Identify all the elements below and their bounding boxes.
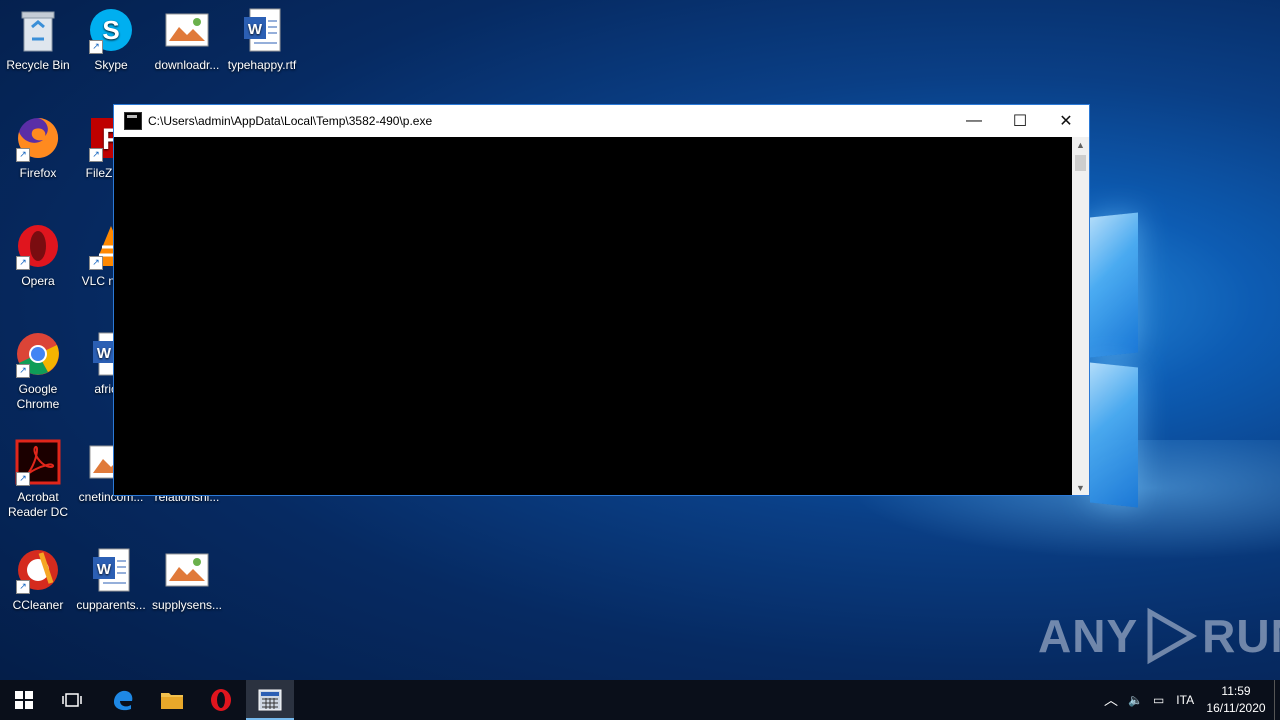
- chrome-icon: ↗: [14, 330, 62, 378]
- minimize-button[interactable]: —: [951, 105, 997, 137]
- clock-date: 16/11/2020: [1206, 701, 1266, 715]
- taskbar-console-app[interactable]: [246, 680, 294, 720]
- desktop-icon-cupparents[interactable]: W cupparents...: [73, 546, 149, 613]
- system-tray: ︿ 🔈 ▭ ITA: [1104, 680, 1194, 720]
- taskbar-opera[interactable]: [197, 680, 245, 720]
- desktop-icon-chrome[interactable]: ↗ Google Chrome: [0, 330, 76, 412]
- scrollbar-thumb[interactable]: [1075, 155, 1086, 171]
- opera-icon: [211, 689, 231, 711]
- edge-icon: [114, 690, 133, 711]
- windows-start-icon: [15, 691, 33, 709]
- recycle-bin-icon: [14, 6, 62, 54]
- show-desktop-button[interactable]: [1274, 680, 1280, 720]
- desktop-icon-downloadr[interactable]: downloadr...: [149, 6, 225, 73]
- firefox-icon: ↗: [14, 114, 62, 162]
- svg-text:W: W: [97, 561, 112, 578]
- folder-icon: [161, 693, 183, 709]
- task-view-icon: [62, 693, 82, 707]
- console-app-icon: [258, 689, 282, 711]
- taskbar-clock[interactable]: 11:59 16/11/2020: [1200, 683, 1272, 717]
- desktop-icon-supplysens[interactable]: supplysens...: [149, 546, 225, 613]
- desktop-icon-firefox[interactable]: ↗ Firefox: [0, 114, 76, 181]
- desktop-icon-skype[interactable]: S ↗ Skype: [73, 6, 149, 73]
- opera-icon: ↗: [14, 222, 62, 270]
- desktop-icon-label: Opera: [21, 274, 55, 288]
- desktop-icon-label: typehappy.rtf: [227, 58, 297, 72]
- scroll-up-arrow-icon[interactable]: ▲: [1072, 140, 1089, 150]
- desktop-icon-label: supplysens...: [151, 598, 223, 612]
- desktop-icon-label: Firefox: [19, 166, 57, 180]
- image-file-icon: [163, 546, 211, 594]
- clock-time: 11:59: [1221, 684, 1251, 698]
- svg-text:S: S: [102, 15, 119, 45]
- taskbar: ︿ 🔈 ▭ ITA 11:59 16/11/2020: [0, 680, 1280, 720]
- start-button[interactable]: [0, 680, 48, 720]
- desktop-icon-label: cupparents...: [76, 598, 146, 612]
- svg-text:W: W: [248, 21, 263, 38]
- desktop-icon-typehappy[interactable]: W typehappy.rtf: [224, 6, 300, 73]
- desktop-icon-opera[interactable]: ↗ Opera: [0, 222, 76, 289]
- desktop-icon-acrobat[interactable]: ↗ Acrobat Reader DC: [0, 438, 76, 520]
- input-language-indicator[interactable]: ITA: [1176, 693, 1194, 707]
- show-hidden-icons-chevron-icon[interactable]: ︿: [1104, 690, 1118, 710]
- word-document-icon: W: [238, 6, 286, 54]
- console-app-icon[interactable]: [124, 112, 142, 130]
- volume-icon[interactable]: 🔈: [1128, 693, 1143, 707]
- console-window[interactable]: C:\Users\admin\AppData\Local\Temp\3582-4…: [113, 104, 1090, 496]
- acrobat-icon: ↗: [14, 438, 62, 486]
- desktop-icon-label: Skype: [94, 58, 128, 72]
- console-output-area[interactable]: [114, 137, 1074, 495]
- desktop-icon-label: Acrobat Reader DC: [7, 490, 69, 519]
- desktop-icon-label: downloadr...: [154, 58, 220, 72]
- ccleaner-icon: ↗: [14, 546, 62, 594]
- image-file-icon: [163, 6, 211, 54]
- window-title: C:\Users\admin\AppData\Local\Temp\3582-4…: [148, 114, 433, 128]
- svg-text:W: W: [97, 345, 112, 362]
- desktop-icon-recycle-bin[interactable]: Recycle Bin: [0, 6, 76, 73]
- desktop-icon-label: Recycle Bin: [6, 58, 70, 72]
- task-view-button[interactable]: [48, 680, 96, 720]
- vertical-scrollbar[interactable]: ▲ ▼: [1072, 137, 1089, 495]
- network-icon[interactable]: ▭: [1153, 693, 1164, 707]
- window-titlebar[interactable]: C:\Users\admin\AppData\Local\Temp\3582-4…: [114, 105, 1089, 137]
- taskbar-file-explorer[interactable]: [148, 680, 196, 720]
- word-document-icon: W: [87, 546, 135, 594]
- anyrun-watermark: ANY RUN: [1038, 607, 1280, 665]
- close-button[interactable]: ✕: [1043, 105, 1089, 137]
- maximize-button[interactable]: ☐: [997, 105, 1043, 137]
- skype-icon: S ↗: [87, 6, 135, 54]
- scroll-down-arrow-icon[interactable]: ▼: [1072, 483, 1089, 493]
- taskbar-edge[interactable]: [99, 680, 147, 720]
- desktop-icon-ccleaner[interactable]: ↗ CCleaner: [0, 546, 76, 613]
- desktop-icon-label: CCleaner: [12, 598, 64, 612]
- desktop-icon-label: Google Chrome: [16, 382, 60, 411]
